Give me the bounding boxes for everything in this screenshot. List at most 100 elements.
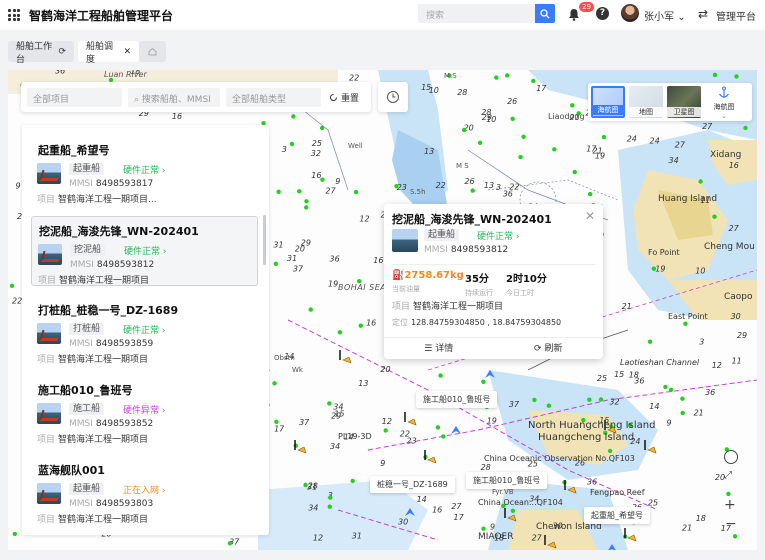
ship-card[interactable]: 蓝海舰队001 起重船 正在入网 › MMSI 8498593803 项目 智鹤海洋工程一期… — [31, 456, 258, 526]
ais-vessel-dot[interactable] — [435, 425, 441, 430]
ais-vessel-dot[interactable] — [518, 154, 523, 160]
hardware-status-link[interactable]: 硬件异常 › — [123, 403, 165, 416]
ais-vessel-dot[interactable] — [521, 134, 526, 139]
layer-nautical-chart[interactable]: 海航图 — [591, 86, 625, 118]
ais-vessel-dot[interactable] — [726, 491, 731, 497]
ais-vessel-dot[interactable] — [227, 541, 233, 546]
hardware-status-link[interactable]: 硬件正常 › — [477, 229, 519, 242]
admin-platform-link[interactable]: 管理平台 — [716, 8, 756, 23]
map-ship-label[interactable]: 施工船010_鲁班号 — [416, 391, 498, 408]
ais-vessel-dot[interactable] — [337, 330, 343, 335]
ais-vessel-dot[interactable] — [291, 114, 296, 119]
ais-vessel-dot[interactable] — [320, 177, 325, 182]
ais-vessel-dot[interactable] — [546, 403, 551, 408]
ais-vessel-dot[interactable] — [588, 191, 593, 197]
ship-card[interactable]: 起重船_希望号 起重船 硬件正常 › MMSI 8498593817 项目 智鹤海洋工程一期… — [31, 136, 258, 206]
ais-vessel-dot[interactable] — [647, 339, 653, 344]
username[interactable]: 张小军 ⌄ — [644, 8, 686, 23]
ship-list-panel[interactable]: 起重船_希望号 起重船 硬件正常 › MMSI 8498593817 项目 智鹤海洋工程一期… — [22, 125, 269, 535]
ais-vessel-dot[interactable] — [438, 373, 443, 378]
ais-vessel-dot[interactable] — [304, 205, 309, 210]
fullscreen-icon[interactable]: ⤢ — [724, 470, 732, 481]
ais-vessel-dot[interactable] — [273, 261, 278, 266]
ais-vessel-dot[interactable] — [477, 140, 483, 145]
ais-vessel-dot[interactable] — [587, 397, 592, 402]
ais-vessel-dot[interactable] — [663, 384, 668, 390]
ais-vessel-dot[interactable] — [668, 387, 674, 392]
refresh-icon[interactable]: ⟳ — [58, 47, 66, 57]
ais-vessel-dot[interactable] — [308, 307, 313, 312]
refresh-button[interactable]: ⟳ 刷新 — [494, 338, 604, 359]
ais-vessel-dot[interactable] — [481, 526, 486, 531]
ais-vessel-dot[interactable] — [327, 504, 332, 509]
layer-map[interactable]: 地图 — [629, 86, 663, 118]
ais-vessel-dot[interactable] — [358, 323, 363, 328]
ais-vessel-dot[interactable] — [734, 74, 739, 79]
map-ship-label[interactable]: 施工船010_鲁班号 — [466, 472, 548, 489]
ais-vessel-dot[interactable] — [350, 478, 355, 484]
avatar[interactable] — [621, 4, 639, 22]
switch-icon[interactable]: ⇄ — [698, 7, 708, 21]
ais-vessel-dot[interactable] — [743, 125, 748, 131]
close-icon[interactable]: ✕ — [123, 47, 131, 57]
search-button[interactable] — [535, 4, 555, 23]
ais-vessel-dot[interactable] — [510, 116, 515, 121]
ais-vessel-dot[interactable] — [552, 147, 557, 152]
project-select[interactable]: 全部项目 — [27, 87, 122, 107]
ais-vessel-dot[interactable] — [607, 448, 613, 454]
nautical-map[interactable]: 2527262829232422212018171916153031131214… — [8, 70, 757, 550]
ais-vessel-dot[interactable] — [383, 428, 388, 433]
ais-vessel-dot[interactable] — [353, 189, 359, 195]
ais-vessel-dot[interactable] — [9, 283, 15, 288]
ais-vessel-dot[interactable] — [272, 381, 277, 386]
ais-vessel-dot[interactable] — [274, 419, 279, 424]
history-playback-button[interactable] — [378, 82, 408, 112]
ais-vessel-dot[interactable] — [304, 199, 309, 204]
ais-vessel-dot[interactable] — [470, 188, 475, 193]
ais-vessel-dot[interactable] — [297, 189, 302, 194]
ais-vessel-dot[interactable] — [441, 434, 446, 439]
ship-card[interactable]: 挖泥船_海浚先锋_WN-202401 挖泥船 硬件正常 › MMSI 849859381… — [31, 216, 258, 286]
ais-vessel-dot[interactable] — [12, 531, 17, 537]
ship-card[interactable]: 施工船010_鲁班号 施工船 硬件异常 › MMSI 8498593852 项目 智鹤海洋工… — [31, 376, 258, 446]
tab-ship-dispatch[interactable]: 船舶调度 ✕ — [78, 41, 139, 65]
scrollbar[interactable] — [263, 215, 266, 265]
ais-vessel-dot[interactable] — [531, 78, 536, 84]
ais-vessel-dot[interactable] — [570, 103, 575, 108]
layer-satellite[interactable]: 卫星图 — [667, 86, 701, 118]
help-icon[interactable]: ? — [596, 7, 609, 20]
ais-vessel-dot[interactable] — [680, 410, 685, 416]
ais-vessel-dot[interactable] — [601, 134, 607, 140]
detail-button[interactable]: ☰ 详情 — [384, 338, 494, 359]
map-ship-label[interactable]: 起重船_希望号 — [584, 507, 650, 524]
hardware-status-link[interactable]: 硬件正常 › — [123, 323, 165, 336]
zoom-out-button[interactable]: − — [725, 516, 737, 532]
hardware-status-link[interactable]: 正在入网 › — [123, 483, 165, 496]
ais-vessel-dot[interactable] — [328, 495, 333, 500]
ais-vessel-dot[interactable] — [572, 169, 577, 175]
map-ship-label[interactable]: 桩稳一号_DZ-1689 — [370, 476, 455, 493]
tab-home[interactable] — [139, 41, 166, 62]
ais-vessel-dot[interactable] — [683, 321, 688, 326]
close-icon[interactable]: ✕ — [585, 209, 595, 223]
ais-vessel-dot[interactable] — [481, 379, 486, 384]
zoom-in-button[interactable]: + — [724, 497, 736, 513]
ais-vessel-dot[interactable] — [712, 72, 718, 78]
tab-ship-workbench[interactable]: 船舶工作台 ⟳ — [8, 41, 74, 65]
ais-vessel-dot[interactable] — [680, 396, 685, 401]
ais-vessel-dot[interactable] — [276, 189, 281, 194]
ais-vessel-dot[interactable] — [505, 73, 510, 78]
ais-vessel-dot[interactable] — [598, 397, 604, 402]
bell-icon[interactable] — [568, 8, 580, 21]
locate-icon[interactable] — [724, 450, 738, 464]
ais-vessel-dot[interactable] — [651, 266, 657, 271]
ais-vessel-dot[interactable] — [698, 179, 703, 184]
ais-vessel-dot[interactable] — [461, 127, 467, 133]
ship-card[interactable]: 打桩船_桩稳一号_DZ-1689 打桩船 硬件正常 › MMSI 8498593859 项… — [31, 296, 258, 366]
ship-type-select[interactable]: 全部船舶类型 — [226, 87, 321, 107]
ais-vessel-dot[interactable] — [327, 401, 332, 406]
ais-vessel-dot[interactable] — [712, 214, 717, 219]
app-grid-icon[interactable] — [8, 9, 20, 21]
hardware-status-link[interactable]: 硬件正常 › — [124, 244, 166, 257]
ship-search-input[interactable]: ⌕ 搜索船舶、MMSI — [128, 87, 220, 107]
